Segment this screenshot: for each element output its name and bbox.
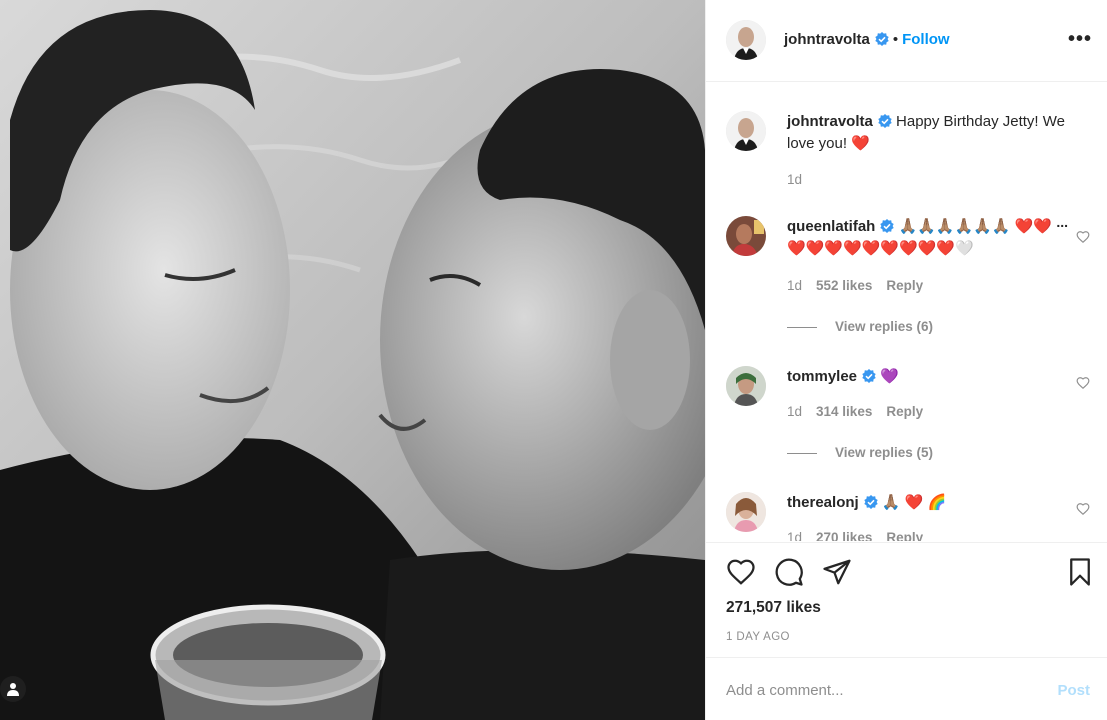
comment-time[interactable]: 1d [787,278,802,293]
comment-meta: 1d 270 likes Reply [787,530,937,541]
author-username[interactable]: johntravolta [784,31,870,48]
commenter-avatar[interactable] [726,492,766,532]
user-tag-icon[interactable] [0,676,26,702]
comment-more-icon[interactable]: ... [1056,214,1068,230]
comment-username[interactable]: tommylee [787,368,857,385]
commenter-avatar[interactable] [726,366,766,406]
caption-username[interactable]: johntravolta [787,113,873,130]
bookmark-icon[interactable] [1065,557,1095,587]
author-avatar[interactable] [726,20,766,60]
comment-composer: Post [706,657,1107,720]
photo-image [0,0,705,720]
post-time-ago[interactable]: 1 DAY AGO [726,631,790,643]
comment-likes[interactable]: 552 likes [816,278,872,293]
commenter-avatar[interactable] [726,216,766,256]
comment-input[interactable] [726,678,1026,702]
more-options-icon[interactable]: ••• [1068,28,1092,51]
heart-icon[interactable] [726,557,756,587]
caption-meta: 1d [787,172,816,187]
caption-time[interactable]: 1d [787,172,802,187]
comment-text: 🙏🏽 ❤️ 🌈 [881,494,947,511]
comment-time[interactable]: 1d [787,404,802,419]
likes-count[interactable]: 271,507 likes [726,599,821,617]
comment-likes[interactable]: 270 likes [816,530,872,541]
comment-meta: 1d 552 likes Reply [787,278,937,293]
caption-avatar[interactable] [726,111,766,151]
header-separator: • [892,31,899,48]
comments-list[interactable]: johntravolta Happy Birthday Jetty! We lo… [706,83,1107,541]
comment-text-block: tommylee 💜 [787,366,1087,388]
view-replies-button[interactable]: View replies (5) [787,445,933,460]
verified-badge-icon [878,114,892,128]
post-button[interactable]: Post [1057,682,1090,699]
view-replies-button[interactable]: View replies (6) [787,319,933,334]
view-replies-label: View replies (5) [835,445,934,460]
verified-badge-icon [875,32,889,46]
comment-meta: 1d 314 likes Reply [787,404,937,419]
comment-username[interactable]: queenlatifah [787,218,875,235]
view-replies-label: View replies (6) [835,319,934,334]
comment-icon[interactable] [774,557,804,587]
comment-time[interactable]: 1d [787,530,802,541]
follow-button[interactable]: Follow [902,31,950,48]
comment-reply-button[interactable]: Reply [886,278,923,293]
header-user-line: johntravolta • Follow [784,31,950,48]
paper-plane-icon[interactable] [822,557,852,587]
post-photo[interactable] [0,0,705,720]
replies-divider [787,452,817,454]
post-actions: 271,507 likes 1 DAY AGO [706,542,1107,658]
comment-like-heart-icon[interactable] [1076,502,1090,516]
comment-text: 💜 [880,368,899,385]
verified-badge-icon [862,369,876,383]
comment-like-heart-icon[interactable] [1076,376,1090,390]
caption-text-block: johntravolta Happy Birthday Jetty! We lo… [787,111,1087,155]
post-side-panel: johntravolta • Follow ••• johntravolta Hap… [705,0,1107,720]
verified-badge-icon [863,495,878,509]
replies-divider [787,326,817,328]
post-header: johntravolta • Follow ••• [706,0,1107,82]
comment-text-block: therealonj 🙏🏽 ❤️ 🌈 [787,492,1087,514]
comment-like-heart-icon[interactable] [1076,230,1090,244]
comment-username[interactable]: therealonj [787,494,859,511]
comment-likes[interactable]: 314 likes [816,404,872,419]
comment-text-block: queenlatifah 🙏🏽🙏🏽🙏🏽🙏🏽🙏🏽🙏🏽 ❤️❤️❤️❤️❤️❤️❤️… [787,216,1067,260]
comment-reply-button[interactable]: Reply [886,530,923,541]
comment-reply-button[interactable]: Reply [886,404,923,419]
verified-badge-icon [880,219,895,233]
